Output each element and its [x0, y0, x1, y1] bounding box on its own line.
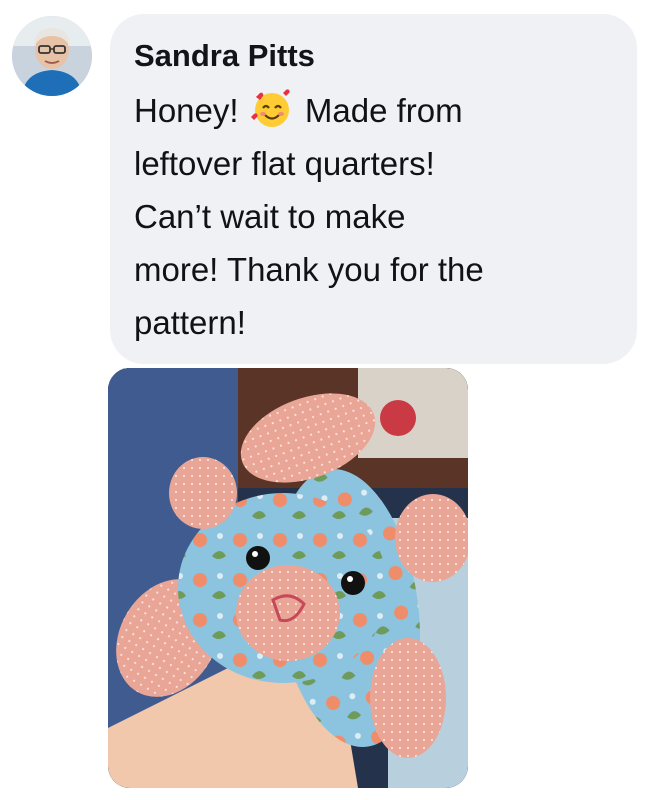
- avatar-photo: [12, 16, 92, 96]
- comment-bubble: Sandra Pitts Honey! Made from leftover f…: [110, 14, 637, 364]
- comment-text-part1: Honey!: [134, 92, 239, 129]
- attached-photo[interactable]: [108, 368, 468, 788]
- comment-text: Honey! Made from leftover flat quarters!…: [134, 84, 611, 349]
- author-avatar[interactable]: [12, 16, 92, 96]
- smiling-face-with-hearts-icon: [250, 88, 293, 130]
- author-name[interactable]: Sandra Pitts: [134, 36, 611, 76]
- comment-text-part2: Made from leftover flat quarters! Can’t …: [134, 92, 484, 341]
- teddy-bear-image: [108, 368, 468, 788]
